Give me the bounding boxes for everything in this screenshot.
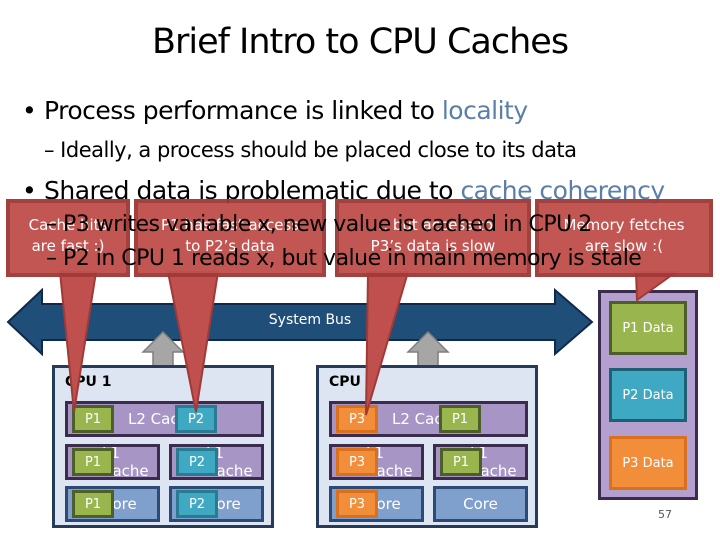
cpu-1: CPU 1 L2 Cache P1 P2 L1 Cache P1 L1 Cach… [52, 365, 274, 528]
core: Core [433, 486, 528, 522]
process-tag-p1: P1 [72, 448, 114, 476]
core: Core P1 [65, 486, 160, 522]
l1-cache: L1 Cache P3 [329, 444, 424, 480]
memory-p1-data: P1 Data [609, 301, 687, 355]
l2-cache: L2 Cache P1 P2 [65, 401, 264, 437]
process-tag-p1: P1 [439, 405, 481, 433]
sub-bullet-p2-reads: – P2 in CPU 1 reads x, but value in main… [46, 246, 642, 271]
bullet-accent: locality [441, 96, 528, 125]
process-tag-p2: P2 [175, 405, 217, 433]
process-tag-p3: P3 [336, 405, 378, 433]
process-tag-p3: P3 [336, 490, 378, 518]
process-tag-p2: P2 [176, 490, 218, 518]
page-number: 57 [658, 508, 672, 521]
memory-p2-data: P2 Data [609, 368, 687, 422]
l2-cache: L2 Cache P3 P1 [329, 401, 528, 437]
process-tag-p3: P3 [336, 448, 378, 476]
l1-cache: L1 Cache P1 [65, 444, 160, 480]
core: Core P2 [169, 486, 264, 522]
bullet-locality: • Process performance is linked to locali… [22, 96, 528, 125]
l1-cache: L1 Cache P2 [169, 444, 264, 480]
process-tag-p1: P1 [72, 405, 114, 433]
bullet-text: Process performance is linked to [44, 96, 442, 125]
l1-cache: L1 Cache P1 [433, 444, 528, 480]
cpu-label: CPU 1 [65, 374, 112, 390]
slide-title: Brief Intro to CPU Caches [151, 22, 569, 62]
process-tag-p2: P2 [176, 448, 218, 476]
sub-bullet-ideal: – Ideally, a process should be placed cl… [44, 138, 577, 162]
bus-label: System Bus [268, 312, 352, 328]
core-label: Core [463, 495, 498, 513]
cpu-label: CPU 2 [329, 374, 376, 390]
process-tag-p1: P1 [440, 448, 482, 476]
sub-bullet-p3-writes: – P3 writes variable x, new value is cac… [46, 212, 592, 237]
cpu-2: CPU 2 L2 Cache P3 P1 L1 Cache P3 L1 Cach… [316, 365, 538, 528]
bullet-dot-icon: • [22, 96, 37, 125]
main-memory: P1 Data P2 Data P3 Data [598, 290, 698, 500]
memory-p3-data: P3 Data [609, 436, 687, 490]
core: Core P3 [329, 486, 424, 522]
process-tag-p1: P1 [72, 490, 114, 518]
